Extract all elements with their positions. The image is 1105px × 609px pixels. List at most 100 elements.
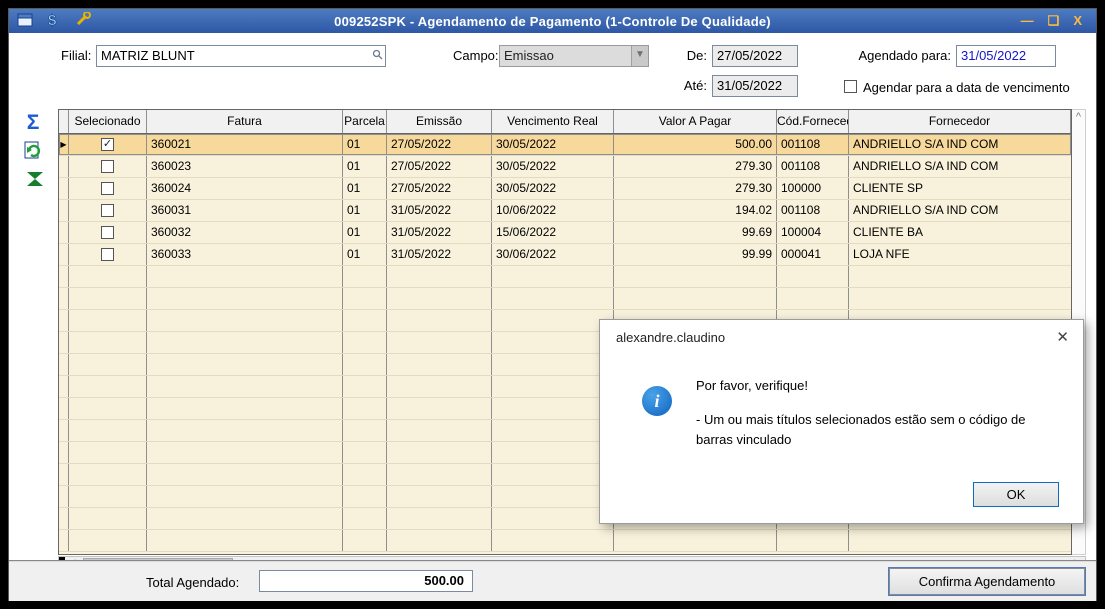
chevron-down-icon[interactable]: ▼ xyxy=(631,46,648,66)
cell-cod-fornecedor[interactable]: 100004 xyxy=(777,222,849,243)
cell-fornecedor[interactable]: LOJA NFE xyxy=(849,244,1071,265)
cell-valor[interactable]: 279.30 xyxy=(614,178,777,199)
row-checkbox[interactable] xyxy=(101,226,114,239)
cell-vencimento[interactable]: 15/06/2022 xyxy=(492,222,614,243)
row-checkbox[interactable] xyxy=(101,160,114,173)
cell-emissao[interactable]: 31/05/2022 xyxy=(387,222,492,243)
cell-valor[interactable]: 500.00 xyxy=(614,134,777,155)
row-marker xyxy=(59,244,69,265)
titlebar-icons: $ xyxy=(9,12,129,31)
row-checkbox[interactable] xyxy=(101,248,114,261)
cell-cod-fornecedor[interactable]: 001108 xyxy=(777,200,849,221)
cell-fornecedor[interactable]: ANDRIELLO S/A IND COM xyxy=(849,156,1071,177)
ate-label: Até: xyxy=(675,76,707,96)
refresh-legend-icon[interactable] xyxy=(21,141,45,165)
table-row[interactable]: 3600230127/05/202230/05/2022279.30001108… xyxy=(59,156,1071,178)
column-header-fornecedor[interactable]: Fornecedor xyxy=(849,110,1071,133)
column-header-valor[interactable]: Valor A Pagar xyxy=(614,110,777,133)
dialog-title: alexandre.claudino xyxy=(616,330,725,345)
cell-fornecedor[interactable]: ANDRIELLO S/A IND COM xyxy=(849,200,1071,221)
row-checkbox[interactable] xyxy=(101,182,114,195)
cell-selecionado: ✓ xyxy=(69,134,147,155)
cell-parcela[interactable]: 01 xyxy=(343,200,387,221)
filial-input[interactable]: MATRIZ BLUNT xyxy=(96,45,386,67)
maximize-button[interactable]: ❑ xyxy=(1048,13,1060,29)
close-button[interactable]: X xyxy=(1073,13,1082,29)
cell-valor[interactable]: 194.02 xyxy=(614,200,777,221)
cell-parcela xyxy=(343,376,387,397)
cell-emissao[interactable]: 27/05/2022 xyxy=(387,156,492,177)
confirm-schedule-button[interactable]: Confirma Agendamento xyxy=(889,568,1085,595)
column-header-parcela[interactable]: Parcela xyxy=(343,110,387,133)
cell-parcela[interactable]: 01 xyxy=(343,244,387,265)
cell-vencimento[interactable]: 30/06/2022 xyxy=(492,244,614,265)
cell-fornecedor[interactable]: CLIENTE SP xyxy=(849,178,1071,199)
cell-vencimento[interactable]: 30/05/2022 xyxy=(492,178,614,199)
cell-selecionado xyxy=(69,354,147,375)
cell-emissao[interactable]: 27/05/2022 xyxy=(387,134,492,155)
cell-vencimento[interactable]: 30/05/2022 xyxy=(492,134,614,155)
dialog-close-icon[interactable]: ✕ xyxy=(1056,328,1069,346)
table-row[interactable]: 3600320131/05/202215/06/202299.69100004C… xyxy=(59,222,1071,244)
cell-selecionado xyxy=(69,156,147,177)
magnifier-icon[interactable] xyxy=(372,48,383,64)
row-marker xyxy=(59,530,69,551)
cell-fatura[interactable]: 360023 xyxy=(147,156,343,177)
cell-emissao[interactable]: 27/05/2022 xyxy=(387,178,492,199)
agendado-input[interactable]: 31/05/2022 xyxy=(956,45,1056,67)
cell-fatura[interactable]: 360024 xyxy=(147,178,343,199)
cell-vencimento[interactable]: 10/06/2022 xyxy=(492,200,614,221)
cell-parcela[interactable]: 01 xyxy=(343,134,387,155)
cell-parcela[interactable]: 01 xyxy=(343,222,387,243)
vencimento-checkbox[interactable] xyxy=(844,80,857,93)
row-checkbox[interactable] xyxy=(101,204,114,217)
row-marker xyxy=(59,376,69,397)
cell-parcela[interactable]: 01 xyxy=(343,156,387,177)
row-marker xyxy=(59,332,69,353)
cell-fornecedor[interactable]: CLIENTE BA xyxy=(849,222,1071,243)
cell-cod-fornecedor xyxy=(777,266,849,287)
cell-fatura[interactable]: 360021 xyxy=(147,134,343,155)
minimize-button[interactable]: — xyxy=(1021,13,1034,29)
column-header-emissao[interactable]: Emissão xyxy=(387,110,492,133)
cell-emissao[interactable]: 31/05/2022 xyxy=(387,200,492,221)
cell-fornecedor[interactable]: ANDRIELLO S/A IND COM xyxy=(849,134,1071,155)
cell-cod-fornecedor[interactable]: 100000 xyxy=(777,178,849,199)
ok-button[interactable]: OK xyxy=(973,482,1059,507)
cell-valor[interactable]: 279.30 xyxy=(614,156,777,177)
table-row[interactable]: ▶✓3600210127/05/202230/05/2022500.000011… xyxy=(59,134,1071,156)
cell-selecionado xyxy=(69,508,147,529)
table-row[interactable]: 3600330131/05/202230/06/202299.99000041L… xyxy=(59,244,1071,266)
cell-selecionado xyxy=(69,442,147,463)
de-input[interactable]: 27/05/2022 xyxy=(712,45,798,67)
row-checkbox[interactable]: ✓ xyxy=(101,138,114,151)
cell-fatura[interactable]: 360032 xyxy=(147,222,343,243)
cell-cod-fornecedor[interactable]: 001108 xyxy=(777,156,849,177)
filter-icon[interactable] xyxy=(23,171,47,195)
cell-valor[interactable]: 99.99 xyxy=(614,244,777,265)
cell-valor[interactable]: 99.69 xyxy=(614,222,777,243)
cell-emissao[interactable]: 31/05/2022 xyxy=(387,244,492,265)
cell-emissao xyxy=(387,332,492,353)
campo-dropdown[interactable]: Emissao▼ xyxy=(499,45,649,67)
row-marker xyxy=(59,354,69,375)
column-header-vencimento[interactable]: Vencimento Real xyxy=(492,110,614,133)
column-header-cod-fornecedor[interactable]: Cód.Fornecedor xyxy=(777,110,849,133)
cell-fatura[interactable]: 360031 xyxy=(147,200,343,221)
cell-cod-fornecedor[interactable]: 000041 xyxy=(777,244,849,265)
cell-parcela xyxy=(343,266,387,287)
cell-vencimento[interactable]: 30/05/2022 xyxy=(492,156,614,177)
cell-cod-fornecedor[interactable]: 001108 xyxy=(777,134,849,155)
cell-vencimento xyxy=(492,530,614,551)
column-header-fatura[interactable]: Fatura xyxy=(147,110,343,133)
cell-fornecedor xyxy=(849,288,1071,309)
sum-icon[interactable]: Σ xyxy=(21,111,45,135)
cell-fatura[interactable]: 360033 xyxy=(147,244,343,265)
ate-input[interactable]: 31/05/2022 xyxy=(712,75,798,97)
table-row[interactable]: 3600240127/05/202230/05/2022279.30100000… xyxy=(59,178,1071,200)
scroll-up-icon[interactable]: ^ xyxy=(1072,110,1085,124)
wrench-icon[interactable] xyxy=(75,12,91,30)
table-row[interactable]: 3600310131/05/202210/06/2022194.02001108… xyxy=(59,200,1071,222)
column-header-selecionado[interactable]: Selecionado xyxy=(69,110,147,133)
cell-parcela[interactable]: 01 xyxy=(343,178,387,199)
